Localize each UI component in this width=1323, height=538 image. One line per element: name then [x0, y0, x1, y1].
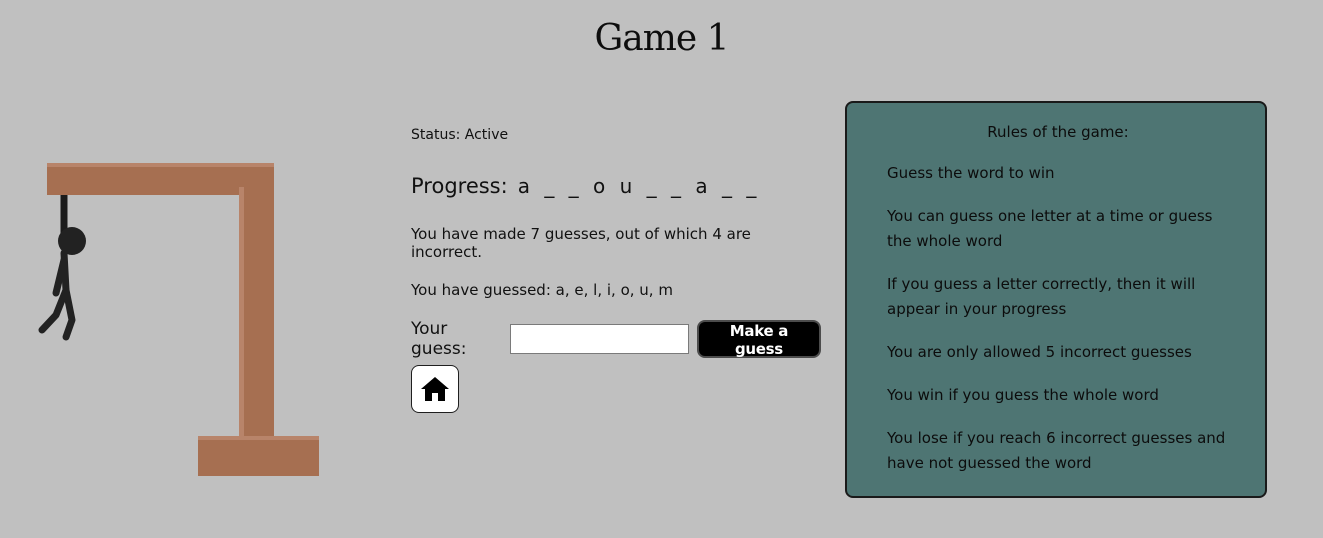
gallows-illustration [30, 155, 330, 485]
gallows-post-highlight [239, 187, 244, 439]
guessed-letters: You have guessed: a, e, l, i, o, u, m [411, 281, 821, 299]
guess-row: Your guess: Make a guess [411, 319, 821, 359]
progress: Progress: a _ _ o u _ _ a _ _ [411, 174, 821, 198]
rules-panel: Rules of the game: Guess the word to win… [845, 101, 1267, 498]
home-icon [421, 377, 449, 401]
progress-label: Progress: [411, 174, 508, 198]
figure-leg-right [62, 286, 76, 341]
rules-list: Guess the word to win You can guess one … [887, 161, 1239, 476]
game-panel: Status: Active Progress: a _ _ o u _ _ a… [411, 125, 821, 413]
gallows-base-highlight [198, 436, 319, 440]
hanged-figure [38, 227, 86, 341]
rule-item: You lose if you reach 6 incorrect guesse… [887, 429, 1226, 472]
status-label: Status: [411, 127, 461, 143]
rule-item: Guess the word to win [887, 164, 1055, 182]
gallows-svg [38, 163, 319, 476]
guessed-label: You have guessed: [411, 281, 551, 299]
rule-item: You win if you guess the whole word [887, 386, 1159, 404]
guess-input[interactable] [509, 324, 689, 354]
game-status: Status: Active [411, 127, 821, 143]
gallows-post [239, 187, 274, 439]
gallows-top-beam-highlight [47, 163, 274, 167]
guess-label: Your guess: [411, 319, 467, 359]
make-guess-button[interactable]: Make a guess [696, 320, 821, 358]
figure-leg-left [38, 286, 70, 334]
gallows-base [198, 436, 319, 476]
rule-item: You can guess one letter at a time or gu… [887, 207, 1213, 250]
page-title: Game 1 [594, 18, 729, 59]
guessed-letters-value: a, e, l, i, o, u, m [555, 281, 673, 299]
rule-item: If you guess a letter correctly, then it… [887, 275, 1196, 318]
rules-title: Rules of the game: [987, 123, 1129, 141]
status-value: Active [464, 127, 509, 143]
home-button[interactable] [411, 365, 459, 413]
rule-item: You are only allowed 5 incorrect guesses [887, 343, 1192, 361]
progress-word: a _ _ o u _ _ a _ _ [517, 174, 761, 198]
guess-summary: You have made 7 guesses, out of which 4 … [411, 225, 751, 261]
